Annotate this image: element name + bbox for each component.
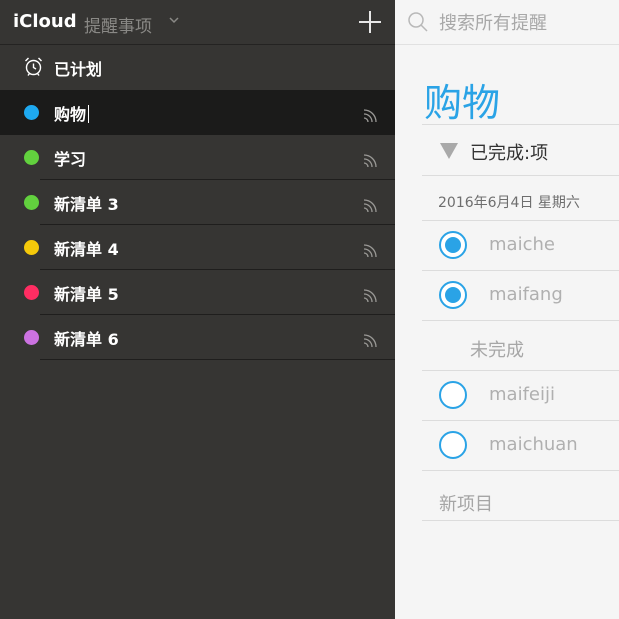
completion-checkbox[interactable] bbox=[439, 431, 467, 459]
completion-checkbox[interactable] bbox=[439, 381, 467, 409]
search-icon bbox=[408, 12, 428, 32]
reminder-item[interactable]: maifeiji bbox=[422, 370, 619, 420]
add-list-button[interactable] bbox=[357, 9, 383, 35]
search-input[interactable] bbox=[439, 11, 617, 35]
sidebar-item-list[interactable]: 新清单 5 bbox=[0, 270, 395, 315]
divider bbox=[422, 175, 619, 176]
divider bbox=[422, 520, 619, 521]
new-item-input[interactable]: 新项目 bbox=[439, 490, 493, 516]
app-switcher[interactable]: 提醒事项 bbox=[84, 12, 152, 37]
list-color-dot bbox=[24, 150, 39, 165]
sidebar-item-list[interactable]: 新清单 6 bbox=[0, 315, 395, 360]
incomplete-section-label: 未完成 bbox=[470, 340, 524, 361]
completed-section-toggle[interactable]: 已完成:项 bbox=[470, 139, 548, 165]
sidebar-item-label: 学习 bbox=[54, 150, 87, 169]
list-title: 购物 bbox=[424, 81, 501, 125]
list-color-dot bbox=[24, 240, 39, 255]
chevron-down-icon[interactable] bbox=[168, 15, 180, 25]
reminder-item[interactable]: maichuan bbox=[422, 420, 619, 470]
shared-icon[interactable] bbox=[362, 237, 384, 259]
sidebar: iCloud 提醒事项 已计划 购物 学习 新清单 3 新清单 4 新清单 5 … bbox=[0, 0, 395, 619]
text-caret bbox=[88, 105, 90, 123]
sidebar-item-label: 新清单 4 bbox=[54, 240, 119, 259]
sidebar-item-scheduled[interactable]: 已计划 bbox=[0, 45, 395, 90]
list-color-dot bbox=[24, 105, 39, 120]
reminder-text[interactable]: maiche bbox=[489, 234, 555, 255]
search-bar bbox=[395, 0, 619, 45]
app-title: iCloud bbox=[13, 11, 77, 32]
reminder-item[interactable]: maifang bbox=[422, 270, 619, 320]
sidebar-item-list[interactable]: 学习 bbox=[0, 135, 395, 180]
reminder-text[interactable]: maifang bbox=[489, 284, 563, 305]
sidebar-item-label: 新清单 5 bbox=[54, 285, 119, 304]
list-color-dot bbox=[24, 285, 39, 300]
triangle-down-icon[interactable] bbox=[440, 143, 458, 159]
list-color-dot bbox=[24, 330, 39, 345]
reminders-pane: 购物 已完成:项 2016年6月4日 星期六 maiche maifang 未完… bbox=[395, 0, 619, 619]
divider bbox=[40, 359, 395, 360]
sidebar-item-label: 新清单 6 bbox=[54, 330, 119, 349]
divider bbox=[422, 470, 619, 471]
shared-icon[interactable] bbox=[362, 102, 384, 124]
sidebar-item-label: 已计划 bbox=[54, 60, 103, 79]
date-header: 2016年6月4日 星期六 bbox=[438, 195, 580, 211]
completion-checkbox[interactable] bbox=[439, 231, 467, 259]
sidebar-item-label: 新清单 3 bbox=[54, 195, 119, 214]
reminder-text[interactable]: maifeiji bbox=[489, 384, 555, 405]
list-name-input[interactable]: 购物 bbox=[54, 101, 90, 125]
list-name-text: 购物 bbox=[54, 105, 87, 124]
sidebar-item-list[interactable]: 购物 bbox=[0, 90, 395, 135]
reminder-text[interactable]: maichuan bbox=[489, 434, 578, 455]
shared-icon[interactable] bbox=[362, 192, 384, 214]
completion-checkbox[interactable] bbox=[439, 281, 467, 309]
reminder-item[interactable]: maiche bbox=[422, 220, 619, 270]
list-color-dot bbox=[24, 195, 39, 210]
shared-icon[interactable] bbox=[362, 282, 384, 304]
divider bbox=[422, 124, 619, 125]
sidebar-header: iCloud 提醒事项 bbox=[0, 0, 395, 45]
shared-icon[interactable] bbox=[362, 147, 384, 169]
alarm-clock-icon bbox=[25, 57, 42, 76]
sidebar-item-list[interactable]: 新清单 3 bbox=[0, 180, 395, 225]
shared-icon[interactable] bbox=[362, 327, 384, 349]
divider bbox=[422, 320, 619, 321]
sidebar-item-list[interactable]: 新清单 4 bbox=[0, 225, 395, 270]
